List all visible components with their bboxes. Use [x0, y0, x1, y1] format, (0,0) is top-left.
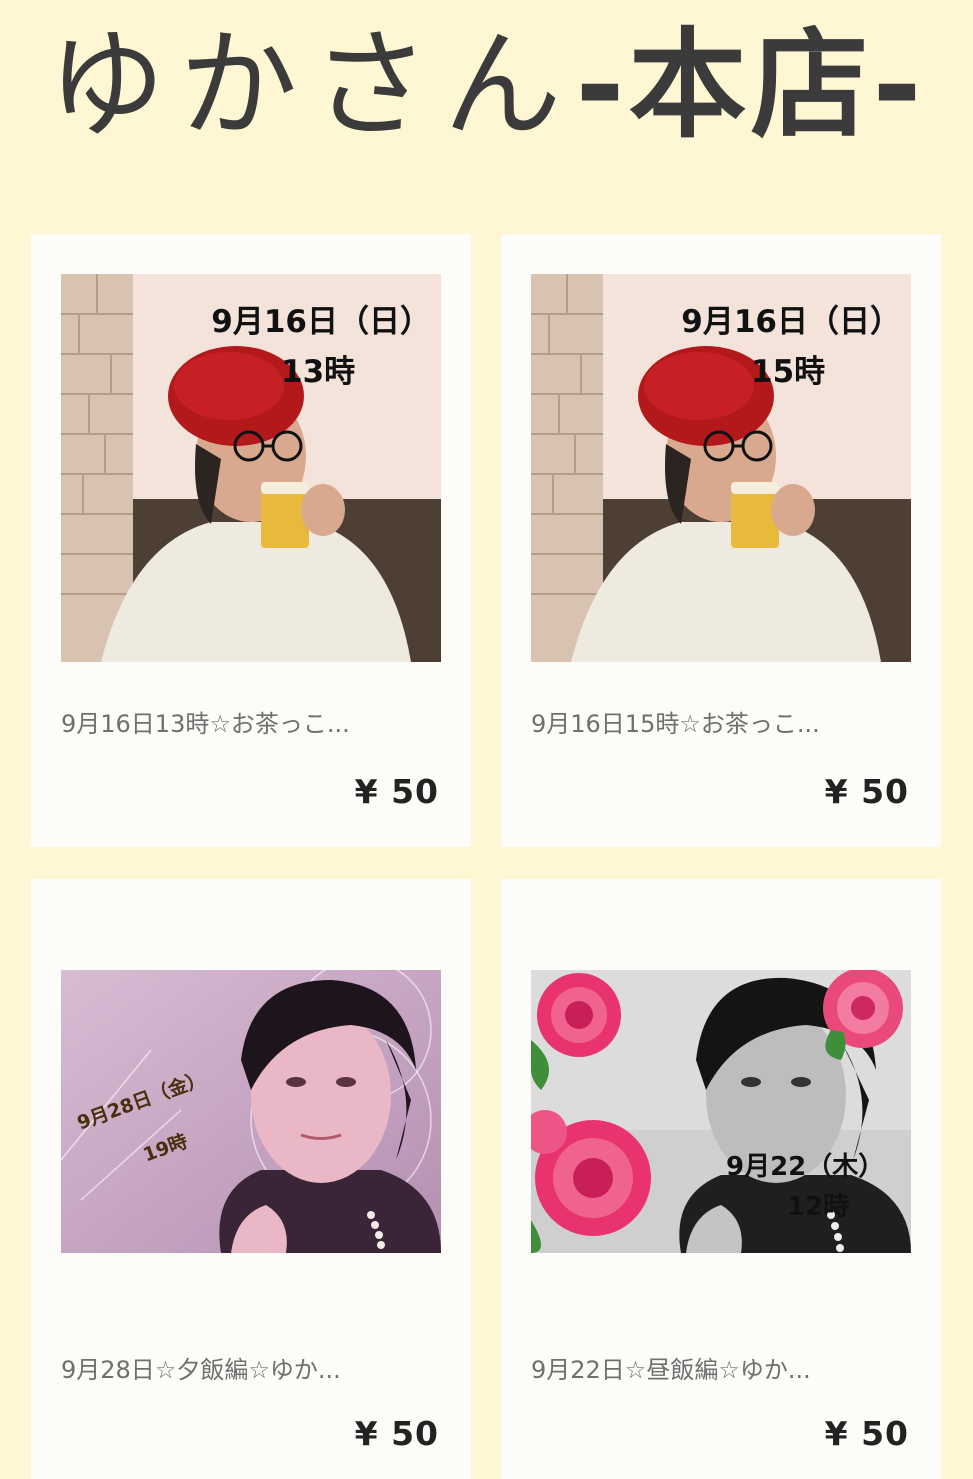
product-card[interactable]: 9月28日（金） 19時 9月28日☆夕飯編☆ゆか... ¥ 50: [31, 879, 471, 1479]
photo-caption-time: 15時: [751, 354, 826, 390]
product-image[interactable]: 9月28日（金） 19時: [61, 970, 441, 1253]
photo-caption-date: 9月22（木）: [726, 1152, 885, 1182]
product-price: ¥ 50: [354, 1414, 439, 1453]
photo-caption-time: 12時: [787, 1192, 850, 1222]
product-card[interactable]: 9月16日（日） 13時 9月16日13時☆お茶っこ... ¥ 50: [31, 234, 471, 847]
product-title[interactable]: 9月16日15時☆お茶っこ...: [531, 704, 911, 739]
product-card[interactable]: 9月22（木） 12時 9月22日☆昼飯編☆ゆか... ¥ 50: [501, 879, 941, 1479]
product-image[interactable]: 9月16日（日） 15時: [531, 274, 911, 662]
photo-caption-time: 13時: [281, 354, 356, 390]
product-title[interactable]: 9月28日☆夕飯編☆ゆか...: [61, 1350, 441, 1385]
product-image[interactable]: 9月22（木） 12時: [531, 970, 911, 1253]
product-price: ¥ 50: [824, 772, 909, 811]
store-title: ゆかさん-本店-: [0, 10, 973, 160]
store-title-name: ゆかさん: [47, 16, 576, 154]
product-title[interactable]: 9月16日13時☆お茶っこ...: [61, 704, 441, 739]
photo-caption-date: 9月16日（日）: [681, 304, 901, 340]
photo-woman-portrait-roses: [531, 970, 911, 1253]
product-price: ¥ 50: [824, 1414, 909, 1453]
product-price: ¥ 50: [354, 772, 439, 811]
photo-caption-date: 9月16日（日）: [211, 304, 431, 340]
product-image[interactable]: 9月16日（日） 13時: [61, 274, 441, 662]
product-card[interactable]: 9月16日（日） 15時 9月16日15時☆お茶っこ... ¥ 50: [501, 234, 941, 847]
store-title-suffix: -本店-: [575, 16, 926, 154]
product-title[interactable]: 9月22日☆昼飯編☆ゆか...: [531, 1350, 911, 1385]
